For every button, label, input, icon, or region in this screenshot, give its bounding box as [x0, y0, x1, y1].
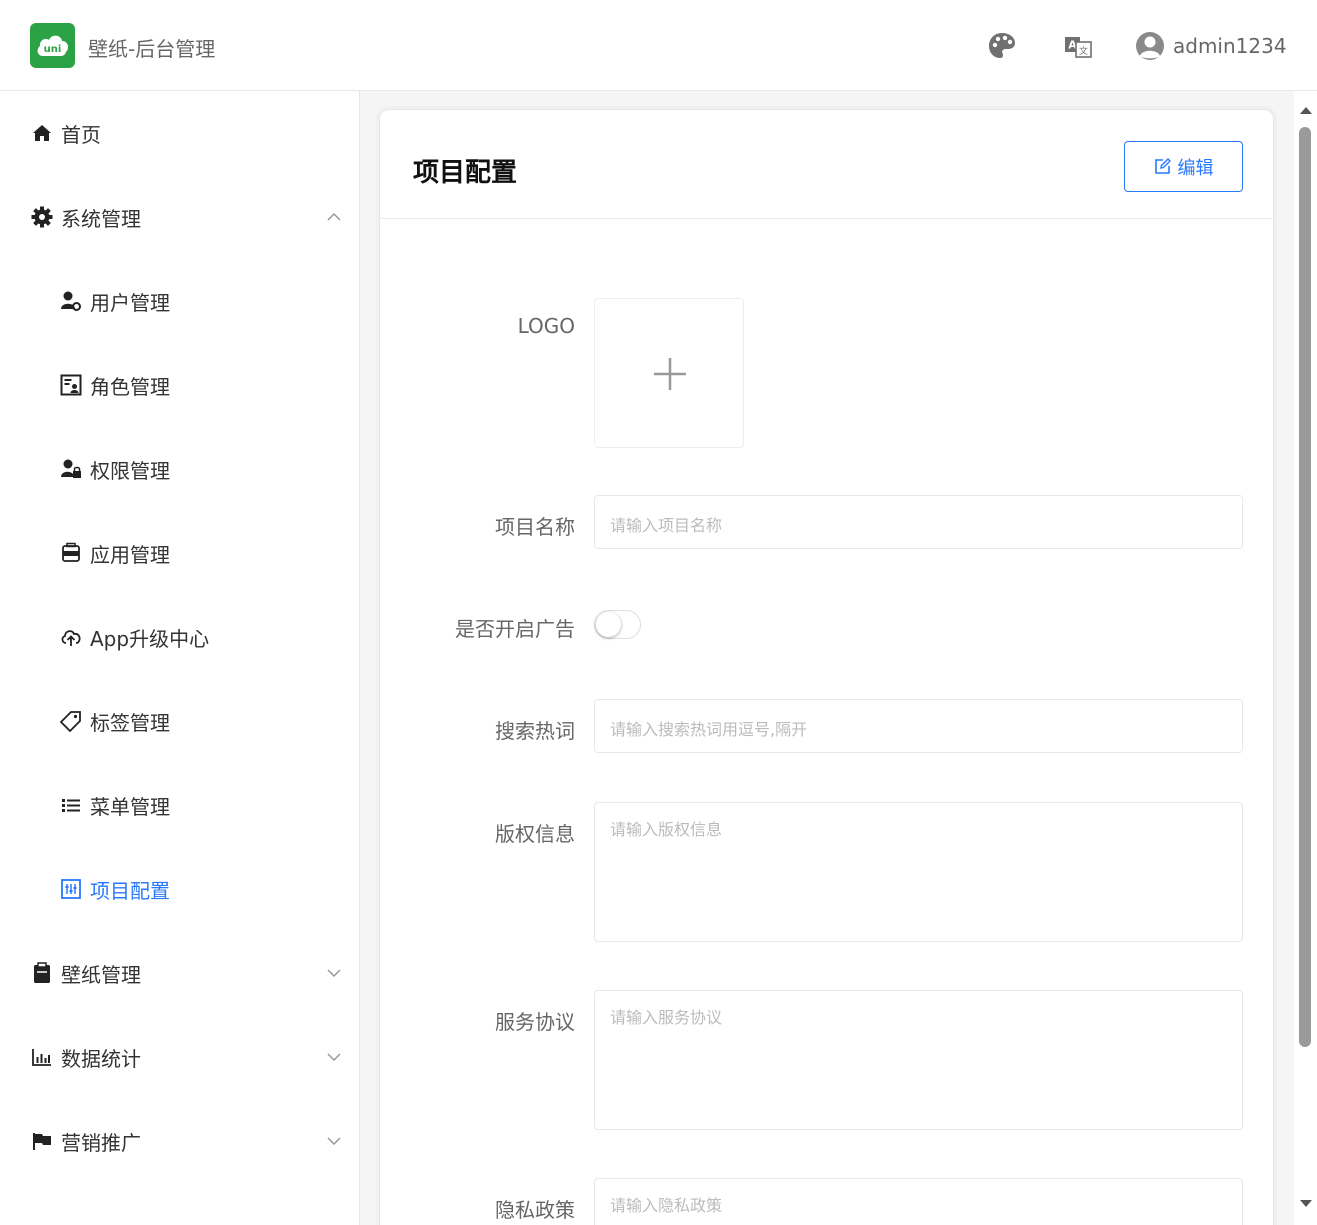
chevron-down-icon	[327, 1137, 341, 1146]
project-name-label: 项目名称	[495, 515, 575, 539]
hotwords-input[interactable]: 请输入搜索热词用逗号,隔开	[594, 699, 1243, 753]
sidebar-nav: 首页 系统管理 用户管理 角色管理 权限管理 应用管理 App升级中心 标签管理…	[0, 91, 360, 1225]
sidebar-item-statistics[interactable]: 数据统计	[0, 1015, 359, 1099]
sidebar-item-apps[interactable]: 应用管理	[0, 511, 359, 595]
svg-text:文: 文	[1079, 45, 1088, 57]
sidebar-item-system[interactable]: 系统管理	[0, 175, 359, 259]
sidebar-item-marketing[interactable]: 营销推广	[0, 1099, 359, 1183]
copyright-textarea[interactable]: 请输入版权信息	[594, 802, 1243, 942]
username: admin1234	[1173, 34, 1287, 58]
sidebar-item-label: 营销推广	[61, 1130, 141, 1155]
bar-chart-icon	[32, 1049, 51, 1066]
chevron-up-icon	[327, 212, 341, 221]
sidebar-item-home[interactable]: 首页	[0, 91, 359, 175]
sidebar-item-label: 系统管理	[61, 206, 141, 231]
chevron-down-icon	[327, 1053, 341, 1062]
project-config-card: 项目配置 编辑 LOGO 项目名称 请输入项目名称 是否开启广告 搜索热词 请输…	[379, 109, 1274, 1225]
sidebar-item-label: 标签管理	[90, 710, 170, 735]
sidebar-item-label: 首页	[61, 122, 101, 147]
edit-button-label: 编辑	[1177, 157, 1214, 179]
sidebar-item-label: 应用管理	[90, 542, 170, 567]
plus-icon	[654, 358, 686, 390]
page-title: 项目配置	[413, 158, 518, 188]
sidebar-item-permissions[interactable]: 权限管理	[0, 427, 359, 511]
ad-toggle-label: 是否开启广告	[455, 617, 575, 641]
app-logo[interactable]: uni	[30, 23, 75, 68]
home-icon	[33, 125, 51, 141]
sidebar-item-roles[interactable]: 角色管理	[0, 343, 359, 427]
chevron-down-icon	[327, 969, 341, 978]
user-menu[interactable]: admin1234	[1135, 30, 1287, 62]
service-agreement-label: 服务协议	[495, 1010, 575, 1034]
sidebar-item-users[interactable]: 用户管理	[0, 259, 359, 343]
svg-text:uni: uni	[44, 44, 62, 55]
scrollbar-thumb[interactable]	[1299, 127, 1311, 1047]
user-avatar-icon	[1136, 32, 1164, 60]
palette-icon[interactable]	[987, 31, 1017, 61]
sidebar-item-wallpapers[interactable]: 壁纸管理	[0, 931, 359, 1015]
scroll-down-arrow-icon[interactable]	[1299, 1199, 1313, 1209]
sidebar-item-label: App升级中心	[90, 626, 210, 651]
list-icon	[62, 799, 80, 812]
uni-cloud-logo-icon: uni	[37, 35, 69, 56]
cloud-upload-icon	[61, 630, 81, 646]
flag-icon	[33, 1133, 51, 1150]
sidebar-item-tags[interactable]: 标签管理	[0, 679, 359, 763]
top-header: uni 壁纸-后台管理 A 文 admin1234	[0, 0, 1317, 91]
sidebar-item-label: 用户管理	[90, 290, 170, 315]
project-name-input[interactable]: 请输入项目名称	[594, 495, 1243, 549]
edit-button[interactable]: 编辑	[1124, 141, 1243, 192]
sidebar-item-menus[interactable]: 菜单管理	[0, 763, 359, 847]
sidebar-item-label: 角色管理	[90, 374, 170, 399]
app-icon	[62, 542, 80, 562]
clipboard-icon	[34, 962, 50, 983]
scroll-up-arrow-icon[interactable]	[1299, 105, 1313, 115]
gear-icon	[31, 206, 53, 228]
translate-icon[interactable]: A 文	[1063, 31, 1093, 61]
sidebar-item-label: 数据统计	[61, 1046, 141, 1071]
user-settings-icon	[61, 291, 81, 311]
ad-toggle-switch[interactable]	[594, 610, 641, 639]
privacy-policy-textarea[interactable]: 请输入隐私政策	[594, 1178, 1243, 1225]
service-agreement-textarea[interactable]: 请输入服务协议	[594, 990, 1243, 1130]
page-scrollbar[interactable]	[1294, 91, 1317, 1225]
role-card-icon	[60, 374, 82, 396]
hotwords-label: 搜索热词	[495, 719, 575, 743]
sidebar-item-label: 壁纸管理	[61, 962, 141, 987]
sidebar-item-label: 菜单管理	[90, 794, 170, 819]
copyright-label: 版权信息	[495, 822, 575, 846]
sidebar-item-label: 权限管理	[90, 458, 170, 483]
privacy-policy-label: 隐私政策	[495, 1198, 575, 1222]
tag-icon	[60, 711, 81, 732]
edit-icon	[1154, 158, 1171, 174]
logo-label: LOGO	[517, 314, 575, 338]
card-header: 项目配置 编辑	[380, 110, 1273, 219]
user-lock-icon	[61, 459, 81, 478]
config-icon	[61, 879, 81, 899]
sidebar-item-app-upgrade[interactable]: App升级中心	[0, 595, 359, 679]
switch-knob	[596, 612, 621, 637]
logo-upload[interactable]	[594, 298, 744, 448]
app-title: 壁纸-后台管理	[88, 37, 216, 61]
sidebar-item-label: 项目配置	[90, 878, 170, 903]
sidebar-item-project-config[interactable]: 项目配置	[0, 847, 359, 931]
